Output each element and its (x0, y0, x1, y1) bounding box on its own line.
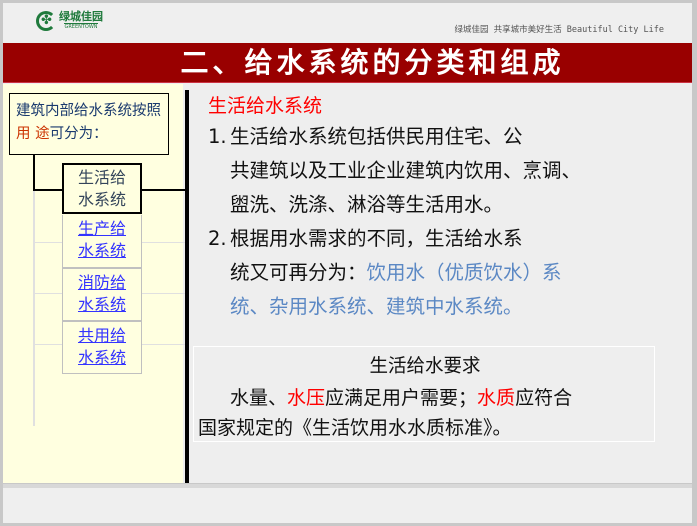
nav-node-domestic-water[interactable]: 生活给 水系统 (62, 163, 142, 214)
tree-connector-r2 (142, 293, 185, 294)
tree-connector-h1 (33, 242, 62, 243)
left-navigation-panel: 建筑内部给水系统按照用 途可分为： 生活给 水系统 生产给 水系统 消防给 水系… (3, 84, 185, 486)
panel-divider (185, 90, 189, 486)
nav-link-production-water[interactable]: 生产给 水系统 (62, 215, 142, 268)
subtype-highlight: 饮用水（优质饮水）系 (366, 261, 562, 284)
title-bar: 二、给水系统的分类和组成 (3, 43, 692, 83)
tree-connector-vertical (33, 155, 35, 191)
intro-highlight-1: 用 (16, 126, 31, 142)
tree-connector-r3 (142, 344, 185, 345)
section-title: 生活给水系统 (208, 95, 323, 117)
slide: ✤ 绿城佳园 GREENTOWN 绿城佳园 共享城市美好生活 Beautiful… (3, 3, 692, 491)
main-content: 生活给水系统 1. 生活给水系统包括供民用住宅、公 共建筑以及工业企业建筑内饮用、… (193, 84, 692, 486)
tree-connector-r1 (142, 242, 185, 243)
tree-connector-h2 (33, 293, 62, 294)
intro-box: 建筑内部给水系统按照用 途可分为： (9, 93, 169, 155)
nav-link-shared-water[interactable]: 共用给 水系统 (62, 321, 142, 374)
intro-text-end: 可分为： (49, 126, 108, 142)
logo-english-name: GREENTOWN (64, 23, 98, 30)
clover-moon-icon: ✤ (36, 11, 56, 31)
intro-highlight-2: 途 (35, 126, 50, 142)
content-item-1: 1. 生活给水系统包括供民用住宅、公 共建筑以及工业企业建筑内饮用、烹调、 盥洗、… (208, 120, 581, 222)
content-item-2: 2. 根据用水需求的不同，生活给水系 统又可再分为：饮用水（优质饮水）系 统、杂用… (208, 222, 562, 324)
subtype-highlight-cont: 统、杂用水系统、建筑中水系统。 (230, 295, 523, 318)
tree-connector-horizontal (33, 189, 62, 191)
intro-text: 建筑内部给水系统按照 (16, 103, 161, 119)
highlight-water-pressure: 水压 (287, 387, 326, 409)
logo-chinese-name: 绿城佳园 (59, 10, 103, 23)
requirements-box: 生活给水要求 水量、水压应满足用户需要；水质应符合 国家规定的《生活饮用水水质标… (193, 346, 655, 442)
greentown-logo: ✤ 绿城佳园 GREENTOWN (36, 11, 103, 31)
header-tagline: 绿城佳园 共享城市美好生活 Beautiful City Life (454, 25, 664, 35)
requirements-title: 生活给水要求 (369, 356, 481, 377)
tree-connector-vertical-light (33, 191, 35, 426)
item-2-number: 2. (208, 227, 227, 250)
tree-connector-right (142, 189, 185, 191)
slide-header: ✤ 绿城佳园 GREENTOWN 绿城佳园 共享城市美好生活 Beautiful… (3, 3, 692, 42)
highlight-water-quality: 水质 (477, 387, 516, 409)
slide-title: 二、给水系统的分类和组成 (180, 46, 565, 79)
nav-link-fire-water[interactable]: 消防给 水系统 (62, 268, 142, 321)
slide-footer (3, 488, 692, 523)
tree-connector-h3 (33, 344, 62, 345)
item-1-number: 1. (208, 125, 227, 148)
requirements-body: 水量、水压应满足用户需要；水质应符合 国家规定的《生活饮用水水质标准》。 (198, 387, 573, 439)
